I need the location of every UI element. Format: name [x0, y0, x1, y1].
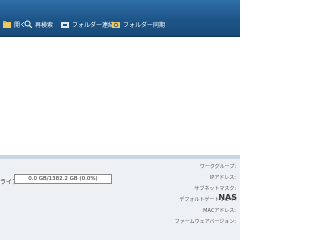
- research-button[interactable]: 再検索: [24, 17, 53, 31]
- folder-sync-label: フォルダー同期: [123, 21, 166, 29]
- file-list-area[interactable]: [0, 37, 240, 155]
- folder-link-label: フォルダー連結: [72, 21, 115, 29]
- folder-sync-button[interactable]: フォルダー同期: [112, 17, 165, 31]
- folder-link-button[interactable]: フォルダー連結: [61, 17, 114, 31]
- folder-sync-icon: [112, 20, 120, 28]
- mac-address-label: MACアドレス:: [203, 208, 236, 214]
- default-gateway-label: デフォルトゲートウェイ:: [179, 197, 236, 203]
- search-icon: [24, 20, 33, 29]
- workgroup-label: ワークグループ:: [199, 164, 236, 170]
- open-icon: [3, 20, 11, 28]
- subnet-mask-label: サブネットマスク:: [194, 186, 236, 192]
- open-button[interactable]: 開く: [3, 17, 26, 31]
- drive-usage-bar: 0.0 GB/1382.2 GB (0.0%): [14, 174, 112, 184]
- ip-address-label: IPアドレス:: [209, 175, 236, 181]
- firmware-version-label: ファームウェアバージョン:: [174, 219, 236, 225]
- research-label: 再検索: [35, 21, 54, 29]
- toolbar: 開く 再検索 フォルダー連結 フォルダー同期: [0, 0, 240, 37]
- folder-link-icon: [61, 20, 69, 28]
